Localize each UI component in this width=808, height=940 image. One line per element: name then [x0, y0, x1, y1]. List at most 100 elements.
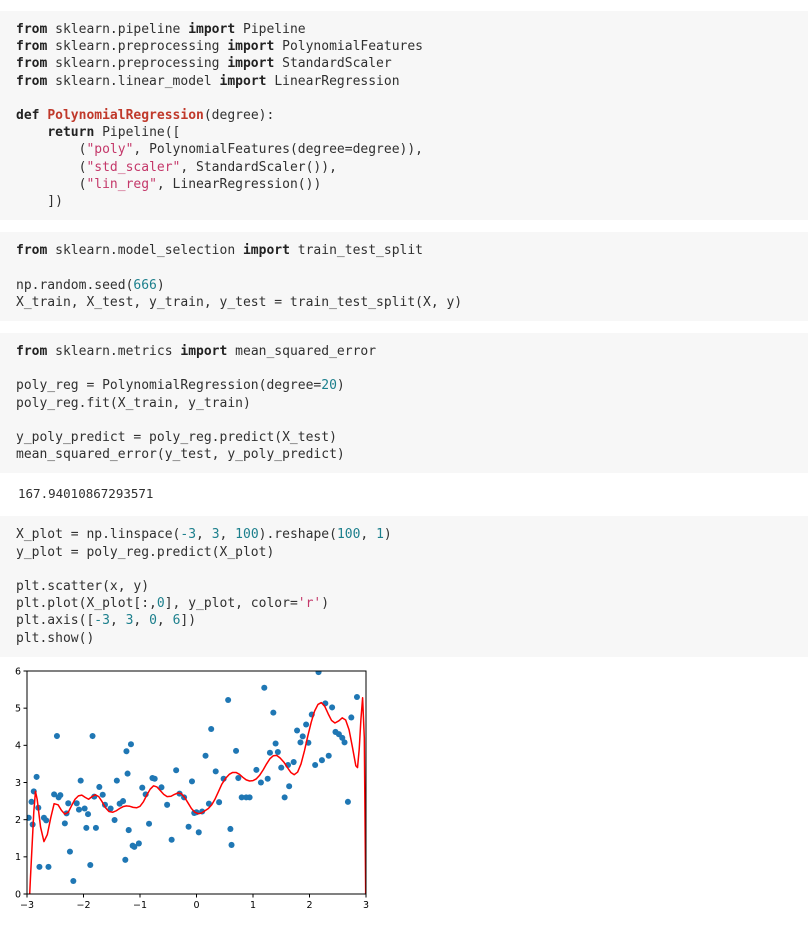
scatter-point — [61, 820, 68, 827]
code-token: , StandardScaler()), — [180, 159, 337, 175]
code-line: ("lin_reg", LinearRegression()) — [16, 176, 808, 193]
code-token: def — [16, 108, 48, 123]
scatter-point — [195, 829, 202, 836]
y-tick-label: 2 — [15, 815, 21, 826]
scatter-point — [120, 797, 127, 804]
code-token: LinearRegression — [274, 73, 400, 89]
scatter-point — [77, 777, 84, 784]
scatter-point — [261, 684, 268, 691]
scatter-point — [164, 801, 171, 808]
code-token: ]) — [180, 613, 197, 629]
code-cell-train-test-split[interactable]: from sklearn.model_selection import trai… — [0, 232, 808, 322]
code-token: X_plot = np.linspace( — [16, 527, 181, 543]
code-line: y_poly_predict = poly_reg.predict(X_test… — [16, 429, 808, 446]
code-token: sklearn.model_selection — [55, 243, 243, 259]
y-tick-label: 4 — [15, 741, 21, 752]
scatter-point — [111, 816, 118, 823]
code-token: y_plot = poly_reg.predict(X_plot) — [16, 544, 275, 560]
scatter-point — [124, 770, 131, 777]
scatter-point — [270, 709, 277, 716]
code-token: ( — [16, 142, 87, 158]
scatter-point — [168, 836, 175, 843]
code-line: X_plot = np.linspace(-3, 3, 100).reshape… — [16, 526, 808, 543]
scatter-point — [274, 748, 281, 755]
scatter-point — [84, 810, 92, 817]
x-tick-label: 2 — [306, 900, 312, 911]
scatter-point — [299, 733, 306, 740]
code-token: ) — [336, 378, 345, 394]
code-token: X_train, X_test, y_train, y_test = train… — [16, 294, 463, 310]
scatter-point — [253, 766, 260, 773]
code-token: 0 — [149, 613, 157, 629]
code-token: mean_squared_error(y_test, y_poly_predic… — [16, 447, 345, 463]
code-token: from — [16, 22, 56, 37]
scatter-point — [75, 806, 83, 813]
scatter-point — [290, 758, 297, 765]
scatter-point — [348, 714, 355, 721]
scatter-point — [344, 798, 351, 805]
scatter-point — [272, 740, 279, 747]
scatter-point — [318, 756, 325, 764]
scatter-point — [278, 764, 285, 771]
code-token: , — [156, 613, 173, 629]
code-token: , — [360, 527, 377, 543]
y-tick-label: 5 — [15, 703, 21, 714]
code-token: 666 — [133, 277, 157, 293]
code-line: mean_squared_error(y_test, y_poly_predic… — [16, 446, 808, 463]
scatter-point — [151, 775, 158, 782]
scatter-point — [208, 725, 215, 732]
scatter-point — [315, 670, 322, 675]
figure-output: −3 −2 −1 0 1 2 3 0 1 2 3 4 5 6 — [0, 656, 808, 917]
scatter-point — [202, 752, 209, 759]
notebook: from sklearn.pipeline import Pipeline fro… — [0, 11, 808, 917]
code-token: 3 — [211, 527, 220, 543]
scatter-point — [286, 783, 293, 790]
scatter-point — [123, 748, 130, 755]
x-tick-label: −2 — [76, 900, 90, 911]
scatter-point — [341, 739, 348, 746]
code-token: -3 — [180, 527, 197, 543]
code-token: y_poly_predict = poly_reg.predict(X_test… — [16, 430, 337, 445]
code-token: 1 — [376, 527, 384, 543]
scatter-point — [266, 749, 273, 756]
code-token: ], y_plot, color= — [164, 596, 298, 612]
code-token: , PolynomialFeatures(degree=degree)), — [133, 142, 424, 158]
code-token: from — [16, 344, 56, 360]
code-token: mean_squared_error — [235, 344, 377, 360]
code-token: Pipeline([ — [102, 125, 181, 141]
code-line: from sklearn.linear_model import LinearR… — [16, 73, 808, 90]
code-token: from — [16, 39, 56, 55]
code-token: sklearn.metrics — [55, 344, 181, 360]
code-token: Pipeline — [243, 22, 306, 37]
code-token: from — [16, 243, 56, 259]
code-token: , — [219, 527, 236, 543]
code-token: "lin_reg" — [86, 176, 157, 192]
x-tick-label: −3 — [20, 900, 34, 911]
code-token: poly_reg = PolynomialRegression(degree= — [16, 378, 322, 394]
code-token: , — [133, 613, 150, 629]
code-cell-plot[interactable]: X_plot = np.linspace(-3, 3, 100).reshape… — [0, 516, 808, 657]
scatter-point — [125, 826, 132, 833]
code-token: sklearn.preprocessing — [55, 56, 228, 72]
scatter-point — [127, 741, 134, 748]
scatter-point — [227, 825, 234, 832]
x-tick-label: 0 — [193, 900, 199, 911]
code-token: import — [180, 344, 236, 360]
code-token: -3 — [94, 613, 110, 629]
code-cell-imports[interactable]: from sklearn.pipeline import Pipeline fro… — [0, 11, 808, 221]
code-token: PolynomialFeatures — [282, 39, 424, 55]
code-token: poly_reg.fit(X_train, y_train) — [16, 395, 251, 411]
code-line: from sklearn.preprocessing import Polyno… — [16, 38, 808, 55]
scatter-point — [225, 696, 232, 703]
code-token: train_test_split — [297, 243, 424, 259]
scatter-point — [281, 794, 288, 801]
scatter-point — [303, 721, 310, 728]
code-line: ("std_scaler", StandardScaler()), — [16, 159, 808, 176]
scatter-point — [188, 778, 196, 785]
x-tick-label: −1 — [133, 900, 147, 911]
scatter-point — [264, 775, 271, 782]
code-cell-mean-squared-error[interactable]: from sklearn.metrics import mean_squared… — [0, 333, 808, 474]
scatter-point — [66, 848, 73, 855]
